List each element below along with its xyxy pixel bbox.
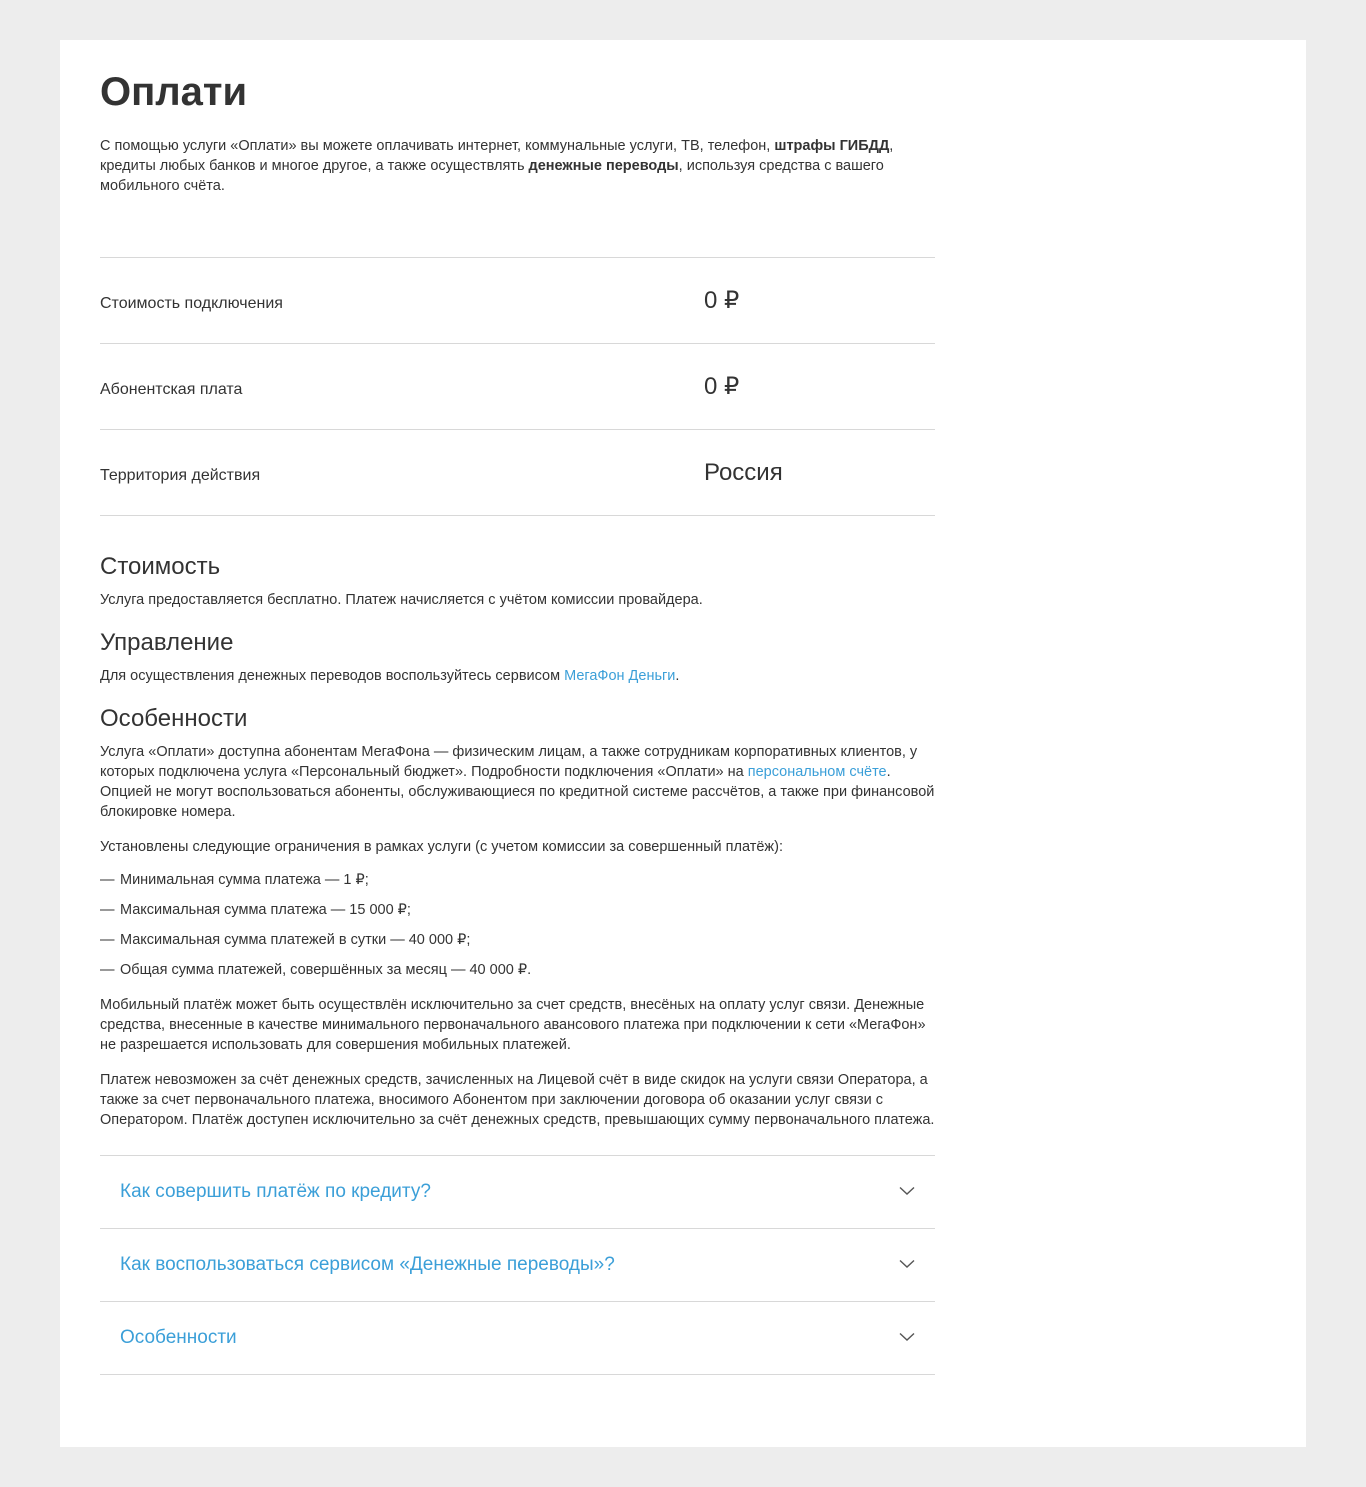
chevron-down-icon[interactable] bbox=[899, 1186, 915, 1196]
features-paragraph-2: Установлены следующие ограничения в рамк… bbox=[100, 839, 783, 855]
page-title: Оплати bbox=[100, 70, 248, 114]
limits-list: — Минимальная сумма платежа — 1 ₽; — Макси… bbox=[100, 870, 935, 980]
faq-item-money-transfers[interactable]: Как воспользоваться сервисом «Денежные п… bbox=[100, 1229, 935, 1302]
param-row-territory: Территория действия Россия bbox=[100, 430, 935, 516]
dash-marker: — bbox=[100, 872, 115, 888]
faq-item-title[interactable]: Как воспользоваться сервисом «Денежные п… bbox=[120, 1253, 615, 1277]
faq-item-features[interactable]: Особенности bbox=[100, 1302, 935, 1375]
faq-item-title[interactable]: Как совершить платёж по кредиту? bbox=[120, 1180, 431, 1204]
management-section-title: Управление bbox=[100, 629, 234, 656]
main-content: Оплати С помощью услуги «Оплати» вы може… bbox=[100, 68, 935, 1375]
features-section-title: Особенности bbox=[100, 705, 248, 732]
features-paragraph-4: Платеж невозможен за счёт денежных средс… bbox=[100, 1072, 935, 1128]
list-item: — Максимальная сумма платежа — 15 000 ₽; bbox=[100, 902, 411, 918]
chevron-down-icon[interactable] bbox=[899, 1259, 915, 1269]
param-value: 0 ₽ bbox=[704, 287, 740, 314]
cost-section-title: Стоимость bbox=[100, 553, 221, 580]
param-row-connection-cost: Стоимость подключения 0 ₽ bbox=[100, 258, 935, 344]
param-row-subscription-fee: Абонентская плата 0 ₽ bbox=[100, 344, 935, 430]
features-paragraph-1: Услуга «Оплати» доступна абонентам МегаФ… bbox=[100, 744, 935, 820]
intro-bold-fines: штрафы ГИБДД bbox=[774, 138, 890, 154]
faq-item-credit-payment[interactable]: Как совершить платёж по кредиту? bbox=[100, 1156, 935, 1229]
param-value: Россия bbox=[704, 459, 783, 486]
faq-accordion: Как совершить платёж по кредиту? Как вос… bbox=[100, 1155, 935, 1375]
service-params-table: Стоимость подключения 0 ₽ Абонентская пл… bbox=[100, 257, 935, 516]
list-item: — Максимальная сумма платежей в сутки — 4… bbox=[100, 932, 471, 948]
personal-account-link[interactable]: персональном счёте bbox=[748, 764, 887, 780]
param-label: Абонентская плата bbox=[100, 381, 243, 398]
dash-marker: — bbox=[100, 932, 115, 948]
content-card: Оплати С помощью услуги «Оплати» вы може… bbox=[60, 40, 1306, 1447]
list-item: — Общая сумма платежей, совершённых за ме… bbox=[100, 962, 532, 978]
param-value: 0 ₽ bbox=[704, 373, 740, 400]
management-section-text: Для осуществления денежных переводов вос… bbox=[100, 668, 680, 684]
chevron-down-icon[interactable] bbox=[899, 1332, 915, 1342]
features-paragraph-3: Мобильный платёж может быть осуществлён … bbox=[100, 997, 926, 1053]
intro-bold-transfers: денежные переводы bbox=[528, 158, 679, 174]
megafon-money-link[interactable]: МегаФон Деньги bbox=[564, 668, 675, 684]
dash-marker: — bbox=[100, 962, 115, 978]
cost-section-text: Услуга предоставляется бесплатно. Платеж… bbox=[100, 592, 703, 608]
faq-item-title[interactable]: Особенности bbox=[120, 1326, 237, 1350]
param-label: Территория действия bbox=[100, 467, 261, 484]
dash-marker: — bbox=[100, 902, 115, 918]
intro-text: С помощью услуги «Оплати» вы можете опла… bbox=[100, 138, 894, 194]
list-item: — Минимальная сумма платежа — 1 ₽; bbox=[100, 872, 369, 888]
param-label: Стоимость подключения bbox=[100, 295, 283, 312]
